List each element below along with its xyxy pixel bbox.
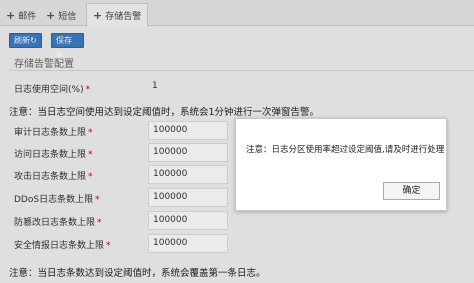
alert-dialog: 注意：日志分区使用率超过设定阈值,请及时进行处理 确定 [235, 118, 447, 211]
dialog-message: 注意：日志分区使用率超过设定阈值,请及时进行处理 [246, 145, 445, 155]
confirm-button[interactable]: 确定 [383, 182, 440, 200]
